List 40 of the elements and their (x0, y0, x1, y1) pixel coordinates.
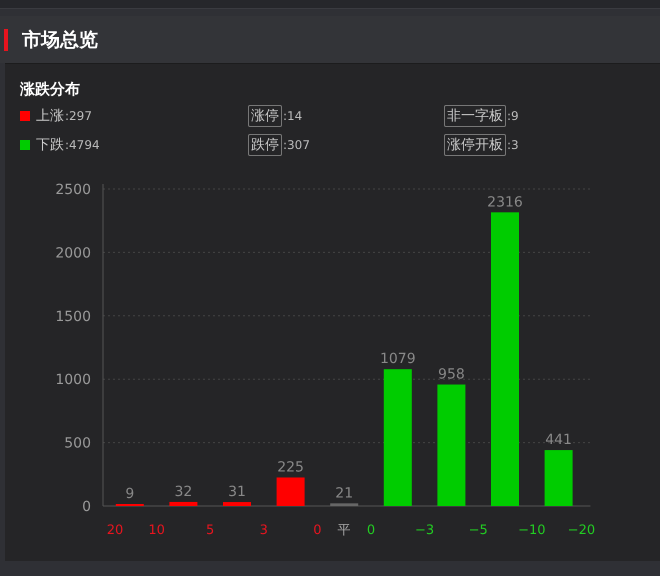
stat-tag: 涨停开板 (444, 134, 506, 156)
stat-value: :14 (283, 108, 302, 122)
data-label: 32 (174, 484, 192, 500)
range-label: −10 (518, 523, 546, 538)
stat-tag: 涨停 (248, 104, 282, 126)
y-tick-label: 500 (64, 436, 91, 452)
stat-value: :307 (283, 138, 310, 152)
stat-value: :9 (507, 108, 519, 122)
section-title: 市场总览 (22, 28, 98, 52)
range-label: −20 (568, 523, 596, 538)
data-label: 9 (125, 486, 134, 502)
stat-value: :297 (65, 108, 92, 122)
y-tick-label: 0 (82, 499, 91, 515)
range-label: 5 (206, 523, 214, 538)
data-label: 2316 (487, 194, 523, 210)
data-label: 31 (228, 484, 246, 500)
range-label: 平 (338, 523, 351, 538)
y-tick-label: 2000 (55, 245, 91, 262)
range-label: −5 (468, 523, 488, 538)
data-label: 225 (277, 459, 304, 476)
range-label: 3 (260, 523, 268, 538)
range-label: −3 (415, 523, 434, 538)
range-label: 0 (313, 523, 322, 538)
range-label: 10 (148, 523, 165, 538)
stat-value: :4794 (65, 138, 100, 152)
range-label: 20 (106, 523, 124, 538)
data-label: 21 (335, 485, 354, 502)
stat-value: :3 (507, 138, 519, 152)
stat-tag: 跌停 (248, 134, 282, 156)
data-label: 958 (438, 366, 465, 383)
data-label: 1079 (380, 351, 416, 368)
y-tick-label: 1500 (55, 308, 91, 325)
data-label: 441 (545, 432, 572, 448)
stat-tag: 非一字板 (444, 104, 506, 126)
y-tick-label: 1000 (55, 372, 91, 388)
legend-label: 下跌 (36, 136, 64, 154)
range-label: 0 (366, 523, 376, 538)
legend-label: 上涨 (36, 106, 64, 124)
panel-title: 涨跌分布 (20, 80, 81, 100)
y-tick-label: 2500 (55, 182, 91, 198)
